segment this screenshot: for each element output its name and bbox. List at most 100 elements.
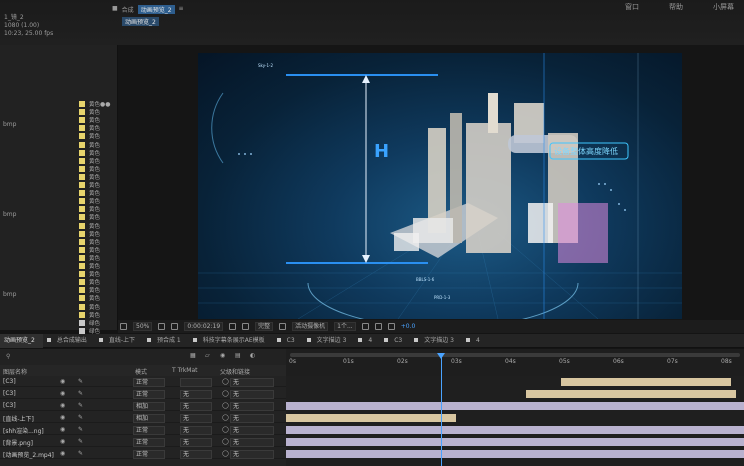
layer-duration-bar[interactable] (286, 438, 744, 446)
current-time-indicator[interactable] (441, 354, 442, 466)
pencil-icon[interactable]: ✎ (78, 390, 83, 397)
transparency-grid-icon[interactable] (279, 323, 287, 330)
eye-icon[interactable]: ◉ (60, 390, 65, 397)
menu-item-small-screen[interactable]: 小屏幕 (713, 2, 734, 12)
eye-icon[interactable]: ◉ (60, 426, 65, 433)
pickwhip-icon[interactable]: ◯ (222, 402, 229, 409)
menu-item-help[interactable]: 帮助 (669, 2, 683, 12)
label-color-swatch[interactable] (79, 279, 85, 286)
tab-composition[interactable]: 合成 (122, 5, 134, 14)
parent-dropdown[interactable]: 无 (230, 402, 274, 411)
label-color-swatch[interactable] (79, 206, 85, 213)
label-color-swatch[interactable] (79, 287, 85, 294)
pencil-icon[interactable]: ✎ (78, 402, 83, 409)
mode-dropdown[interactable]: 正常 (133, 390, 165, 399)
trkmat-dropdown[interactable]: 无 (180, 450, 212, 459)
pencil-icon[interactable]: ✎ (78, 414, 83, 421)
label-color-swatch[interactable] (79, 238, 85, 245)
layer-duration-bar[interactable] (526, 390, 736, 398)
parent-dropdown[interactable]: 无 (230, 414, 274, 423)
layer-duration-bar[interactable] (561, 378, 731, 386)
timeline-tab[interactable]: 动画预览_2 (0, 333, 43, 348)
timeline-tab[interactable]: 4 (462, 334, 488, 348)
project-item[interactable]: 黄色 (0, 254, 118, 262)
trkmat-dropdown[interactable]: 无 (180, 438, 212, 447)
parent-dropdown[interactable]: 无 (230, 450, 274, 459)
trkmat-dropdown[interactable]: 无 (180, 426, 212, 435)
project-item[interactable]: 黄色 (0, 141, 118, 149)
pickwhip-icon[interactable]: ◯ (222, 426, 229, 433)
project-item[interactable]: 黄色 (0, 100, 118, 108)
label-color-swatch[interactable] (79, 109, 85, 116)
viewer-breadcrumb[interactable]: 动画预览_2 (122, 17, 159, 26)
layer-row[interactable]: [shh渲染...ng] ◉ ✎ 正常无 ◯ 无 (0, 424, 286, 435)
label-color-swatch[interactable] (79, 141, 85, 148)
eye-icon[interactable]: ◉ (60, 378, 65, 385)
pencil-icon[interactable]: ✎ (78, 426, 83, 433)
time-ruler[interactable]: 0s 01s 02s 03s 04s 05s 06s 07s 08s (286, 349, 744, 376)
project-item[interactable]: 黄色 (0, 116, 118, 124)
label-color-swatch[interactable] (79, 125, 85, 132)
project-item[interactable]: 黄色 (0, 222, 118, 230)
render-preview[interactable]: H 设备整体高度降低 BBLS-1-6 PRD-1-3 Sky-1-2 (198, 53, 682, 319)
pencil-icon[interactable]: ✎ (78, 438, 83, 445)
layer-name[interactable]: [动画预览_2.mp4] (3, 450, 54, 459)
timeline-tab[interactable]: 文字描边 3 (410, 334, 462, 348)
label-color-swatch[interactable] (79, 222, 85, 229)
search-icon[interactable]: ⚲ (6, 353, 10, 360)
camera-snapshot-icon[interactable] (229, 323, 237, 330)
tab-comp-preview[interactable]: 动画预览_2 (137, 5, 175, 14)
safe-zones-icon[interactable] (158, 323, 166, 330)
mode-dropdown[interactable]: 正常 (133, 426, 165, 435)
project-item[interactable]: 黄色 (0, 124, 118, 132)
project-item[interactable]: 黄色 (0, 108, 118, 116)
pickwhip-icon[interactable]: ◯ (222, 414, 229, 421)
timeline-tab[interactable]: C3 (380, 334, 410, 348)
parent-dropdown[interactable]: 无 (230, 426, 274, 435)
timeline-tab[interactable]: 4 (354, 334, 380, 348)
pencil-icon[interactable]: ✎ (78, 378, 83, 385)
project-item[interactable]: 黄色 (0, 246, 118, 254)
label-color-swatch[interactable] (79, 246, 85, 253)
lock-icon[interactable]: ■ (112, 5, 118, 14)
parent-dropdown[interactable]: 无 (230, 438, 274, 447)
project-item[interactable]: 黄色 (0, 270, 118, 278)
layer-duration-bar[interactable] (286, 450, 744, 458)
mode-dropdown[interactable]: 正常 (133, 450, 165, 459)
project-item[interactable]: 黄色 (0, 205, 118, 213)
layer-row[interactable]: [C3] ◉ ✎ 正常 ◯ 无 (0, 376, 286, 387)
project-item[interactable]: 黄色 (0, 294, 118, 302)
project-item[interactable]: 黄色 (0, 173, 118, 181)
timeline-tab[interactable]: 预合成 1 (143, 334, 189, 348)
mode-dropdown[interactable]: 正常 (133, 438, 165, 447)
frame-blending-icon[interactable]: ▤ (235, 352, 241, 359)
fast-preview-icon[interactable] (361, 323, 369, 330)
project-item[interactable]: 黄色 (0, 181, 118, 189)
parent-dropdown[interactable]: 无 (230, 390, 274, 399)
project-item[interactable]: 黄色 (0, 278, 118, 286)
layer-row[interactable]: [动画预览_2.mp4] ◉ ✎ 正常无 ◯ 无 (0, 448, 286, 459)
trkmat-dropdown[interactable]: 无 (180, 402, 212, 411)
eye-icon[interactable]: ◉ (60, 414, 65, 421)
layer-duration-bar[interactable] (286, 426, 744, 434)
views-dropdown[interactable]: 1个... (334, 322, 356, 331)
project-item[interactable]: 黄色 (0, 132, 118, 140)
label-color-swatch[interactable] (79, 157, 85, 164)
label-color-swatch[interactable] (79, 149, 85, 156)
timecode-display[interactable]: 0:00:02:19 (184, 322, 224, 331)
pickwhip-icon[interactable]: ◯ (222, 390, 229, 397)
pickwhip-icon[interactable]: ◯ (222, 450, 229, 457)
label-color-swatch[interactable] (79, 230, 85, 237)
exposure-icon[interactable] (387, 323, 395, 330)
label-color-swatch[interactable] (79, 198, 85, 205)
exposure-value[interactable]: +0.0 (401, 323, 416, 330)
label-color-swatch[interactable] (79, 190, 85, 197)
project-item[interactable]: 黄色 (0, 262, 118, 270)
project-item[interactable]: 黄色 (0, 238, 118, 246)
mode-dropdown[interactable]: 相加 (133, 402, 165, 411)
mode-dropdown[interactable]: 相加 (133, 414, 165, 423)
flowchart-icon[interactable] (374, 323, 382, 330)
grid-icon[interactable] (171, 323, 179, 330)
menu-icon[interactable]: ≡ (179, 5, 184, 14)
label-color-swatch[interactable] (79, 117, 85, 124)
